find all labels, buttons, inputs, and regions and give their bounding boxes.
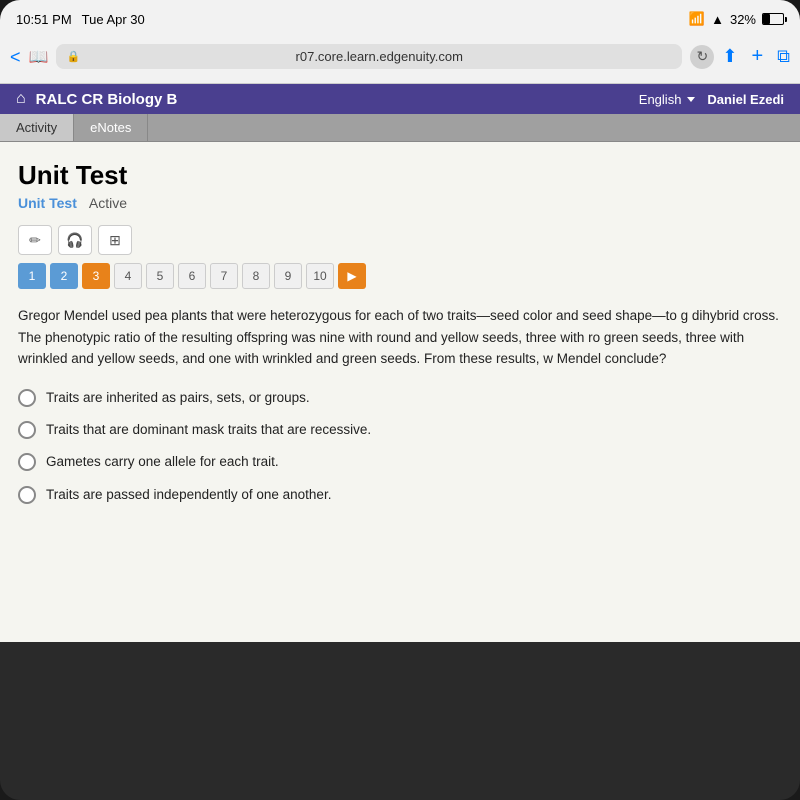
choice-text-3: Gametes carry one allele for each trait. (46, 452, 279, 472)
q-num-4[interactable]: 4 (114, 263, 142, 289)
status-bar-right: 📶 ▲ 32% (689, 11, 784, 27)
headphone-button[interactable]: 🎧 (58, 225, 92, 255)
tab-enotes[interactable]: eNotes (74, 114, 148, 141)
share-button[interactable]: ⬆ (722, 46, 737, 67)
q-num-3[interactable]: 3 (82, 263, 110, 289)
back-button[interactable]: < (10, 48, 21, 66)
time: 10:51 PM (16, 12, 72, 27)
grid-icon: ⊞ (109, 232, 121, 249)
q-num-8[interactable]: 8 (242, 263, 270, 289)
toolbar: ✏ 🎧 ⊞ (18, 225, 782, 255)
pencil-icon: ✏ (29, 232, 41, 249)
tablet-frame: 10:51 PM Tue Apr 30 📶 ▲ 32% < 📖 🔒 r07.co… (0, 0, 800, 800)
answer-choice-2[interactable]: Traits that are dominant mask traits tha… (18, 420, 782, 440)
date: Tue Apr 30 (82, 12, 145, 27)
radio-1[interactable] (18, 389, 36, 407)
answer-choice-1[interactable]: Traits are inherited as pairs, sets, or … (18, 388, 782, 408)
choice-text-2: Traits that are dominant mask traits tha… (46, 420, 371, 440)
tabs-button[interactable]: ⧉ (777, 46, 790, 67)
tab-bar: Activity eNotes (0, 114, 800, 142)
app-title: RALC CR Biology B (36, 91, 178, 108)
choice-text-1: Traits are inherited as pairs, sets, or … (46, 388, 310, 408)
battery-pct: 32% (730, 12, 756, 27)
q-num-2[interactable]: 2 (50, 263, 78, 289)
reload-button[interactable]: ↻ (690, 45, 714, 69)
answer-choice-4[interactable]: Traits are passed independently of one a… (18, 485, 782, 505)
wifi-icon: 📶 (689, 11, 705, 27)
browser-nav-row: < 📖 🔒 r07.core.learn.edgenuity.com ↻ ⬆ +… (10, 44, 790, 69)
q-num-7[interactable]: 7 (210, 263, 238, 289)
q-num-6[interactable]: 6 (178, 263, 206, 289)
app-header: ⌂ RALC CR Biology B English Daniel Ezedi (0, 84, 800, 114)
q-num-9[interactable]: 9 (274, 263, 302, 289)
page-title: Unit Test (18, 160, 782, 191)
bookmarks-icon[interactable]: 📖 (29, 47, 49, 67)
status-bar-left: 10:51 PM Tue Apr 30 (16, 12, 145, 27)
url-text: r07.core.learn.edgenuity.com (86, 49, 672, 64)
user-name: Daniel Ezedi (707, 92, 784, 107)
tab-activity[interactable]: Activity (0, 114, 74, 141)
language-selector[interactable]: English (639, 92, 696, 107)
chevron-down-icon (687, 97, 695, 102)
url-bar[interactable]: 🔒 r07.core.learn.edgenuity.com (56, 44, 682, 69)
answer-choice-3[interactable]: Gametes carry one allele for each trait. (18, 452, 782, 472)
subtitle-link[interactable]: Unit Test (18, 195, 77, 211)
radio-2[interactable] (18, 421, 36, 439)
grid-button[interactable]: ⊞ (98, 225, 132, 255)
next-question-button[interactable]: ▶ (338, 263, 366, 289)
radio-3[interactable] (18, 453, 36, 471)
subtitle-row: Unit Test Active (18, 195, 782, 211)
app-header-right: English Daniel Ezedi (639, 92, 784, 107)
app-header-left: ⌂ RALC CR Biology B (16, 90, 177, 108)
q-num-1[interactable]: 1 (18, 263, 46, 289)
active-badge: Active (89, 195, 127, 211)
q-num-10[interactable]: 10 (306, 263, 334, 289)
status-bar: 10:51 PM Tue Apr 30 📶 ▲ 32% (0, 0, 800, 38)
pencil-button[interactable]: ✏ (18, 225, 52, 255)
lock-icon: 🔒 (66, 50, 80, 63)
home-icon[interactable]: ⌂ (16, 90, 26, 108)
radio-4[interactable] (18, 486, 36, 504)
play-icon: ▶ (347, 269, 356, 283)
browser-actions: ⬆ + ⧉ (722, 45, 790, 68)
question-text: Gregor Mendel used pea plants that were … (18, 305, 782, 370)
choice-text-4: Traits are passed independently of one a… (46, 485, 331, 505)
question-nav: 1 2 3 4 5 6 7 8 9 (18, 263, 782, 289)
main-content: Unit Test Unit Test Active ✏ 🎧 ⊞ 1 2 (0, 142, 800, 642)
battery-icon (762, 13, 784, 25)
browser-chrome: < 📖 🔒 r07.core.learn.edgenuity.com ↻ ⬆ +… (0, 38, 800, 84)
new-tab-button[interactable]: + (751, 45, 763, 68)
signal-icon: ▲ (711, 12, 724, 27)
q-num-5[interactable]: 5 (146, 263, 174, 289)
headphone-icon: 🎧 (66, 232, 83, 249)
